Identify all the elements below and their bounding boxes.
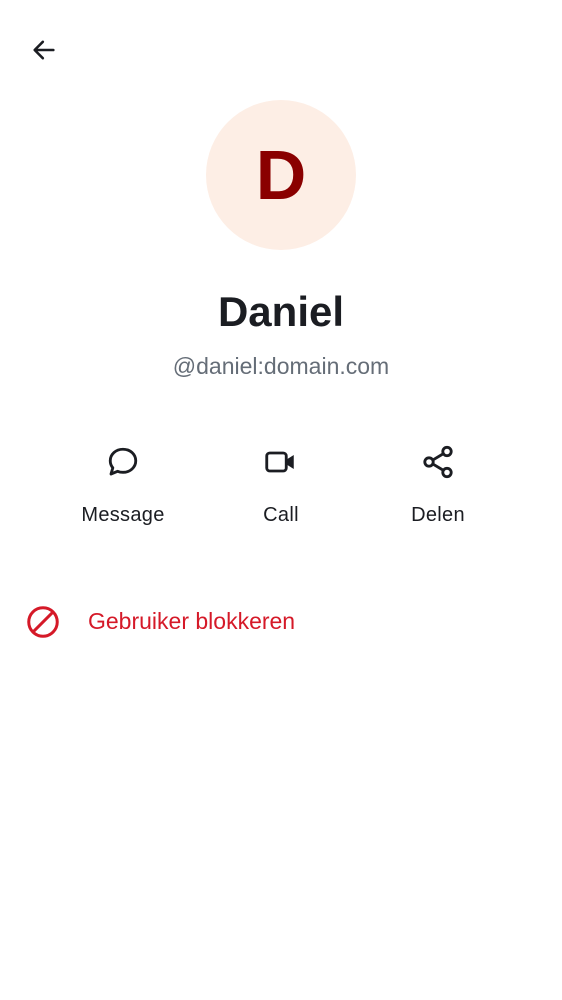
display-name: Daniel [217, 288, 345, 335]
message-button[interactable]: Message [53, 440, 193, 527]
chat-bubble-icon [103, 440, 143, 484]
block-user-label: Gebruiker blokkeren [88, 608, 296, 634]
message-label: Message [81, 504, 165, 526]
call-label: Call [263, 504, 299, 526]
arrow-left-icon [33, 40, 55, 60]
call-button[interactable]: Call [211, 440, 351, 527]
avatar-initial: D [255, 136, 307, 214]
share-icon [418, 440, 458, 484]
avatar: D [206, 100, 356, 250]
action-bar: Message Call Delen [0, 440, 562, 550]
block-icon [27, 606, 59, 638]
back-button[interactable] [24, 32, 64, 68]
video-camera-icon [261, 440, 301, 484]
user-id: @daniel:domain.com [172, 353, 390, 379]
share-label: Delen [411, 504, 465, 526]
block-user-button[interactable]: Gebruiker blokkeren [0, 592, 562, 652]
share-button[interactable]: Delen [368, 440, 508, 527]
